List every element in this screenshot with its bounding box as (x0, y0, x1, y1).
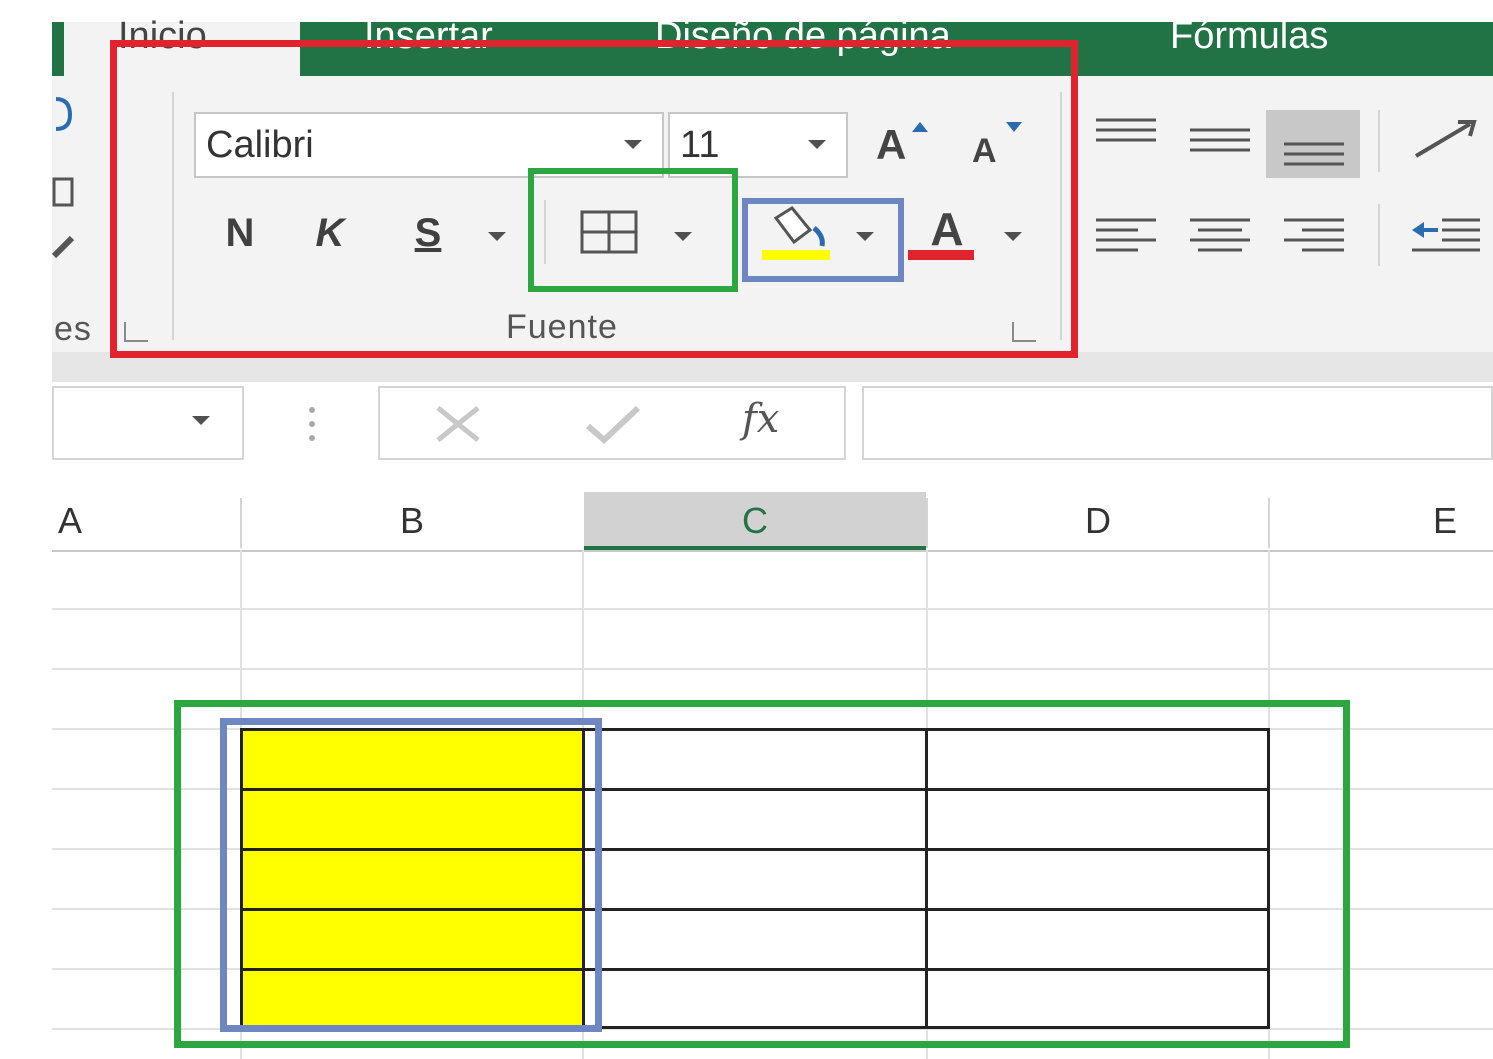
align-bottom-button[interactable] (1266, 110, 1360, 178)
gridline (52, 668, 1493, 670)
align-center-icon[interactable] (1188, 216, 1252, 252)
alignment-separator (1378, 110, 1380, 172)
copy-icon[interactable] (52, 175, 78, 211)
align-right-icon[interactable] (1282, 216, 1346, 252)
column-header-e[interactable]: E (1270, 492, 1493, 550)
align-bottom-icon (1284, 142, 1344, 166)
format-painter-icon[interactable] (52, 232, 78, 262)
formula-bar-grip-icon (309, 407, 315, 441)
alignment-separator (1378, 204, 1380, 266)
name-box[interactable] (52, 386, 244, 460)
column-header-b[interactable]: B (242, 492, 582, 550)
align-top-icon[interactable] (1094, 116, 1158, 146)
header-divider (1268, 498, 1270, 548)
text-orientation-icon[interactable] (1410, 116, 1482, 164)
column-header-d[interactable]: D (928, 492, 1268, 550)
name-box-dropdown-icon[interactable] (192, 416, 210, 425)
insert-function-button[interactable]: fx (742, 396, 779, 442)
clipboard-group-label: es (54, 310, 92, 348)
decrease-indent-icon[interactable] (1410, 216, 1482, 252)
gridline (52, 608, 1493, 610)
column-header-c[interactable]: C (584, 492, 926, 550)
enter-check-icon[interactable] (584, 404, 642, 444)
fill-color-highlight (742, 198, 904, 282)
column-header-a[interactable]: A (52, 492, 240, 550)
align-left-icon[interactable] (1094, 216, 1158, 252)
formula-input[interactable] (862, 386, 1493, 460)
align-middle-icon[interactable] (1188, 126, 1252, 156)
undo-icon[interactable] (52, 95, 78, 139)
tab-formulas[interactable]: Fórmulas (1170, 16, 1328, 56)
header-divider (240, 498, 242, 548)
header-divider (926, 498, 928, 548)
borders-button-highlight (528, 168, 738, 292)
left-margin (0, 0, 52, 1059)
filled-column-highlight (220, 718, 602, 1032)
cancel-icon[interactable] (432, 404, 484, 444)
